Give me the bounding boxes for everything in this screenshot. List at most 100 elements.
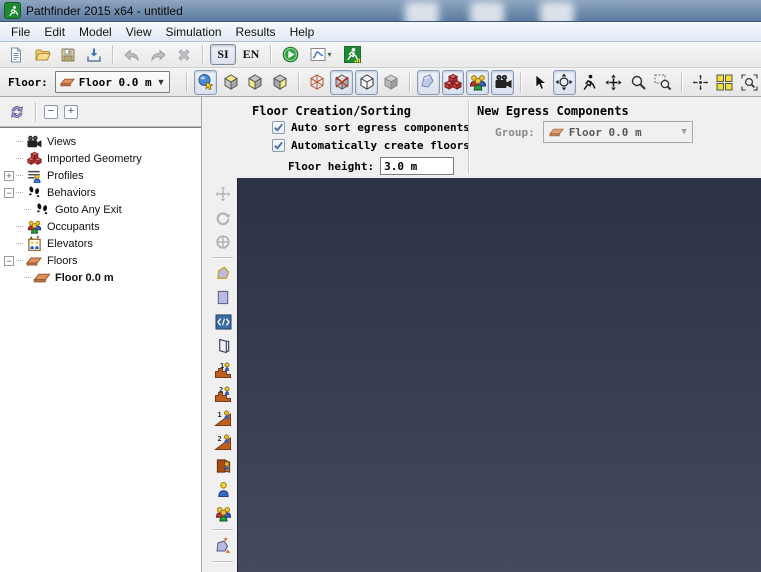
show-occupants-button[interactable]	[466, 69, 490, 95]
separator	[213, 529, 233, 530]
tree-item-profiles[interactable]: + Profiles	[0, 167, 201, 184]
stairs-one-point-button[interactable]: 1	[211, 358, 235, 381]
tree-expander-minus[interactable]: −	[4, 187, 14, 198]
tree-label: Behaviors	[47, 186, 96, 199]
tree-item-floor-0[interactable]: Floor 0.0 m	[0, 269, 201, 286]
pan-tool-button[interactable]	[602, 70, 625, 95]
zoom-box-tool-button[interactable]	[652, 70, 675, 95]
thin-wall-tool-button[interactable]	[211, 310, 235, 333]
door-tool-button[interactable]	[211, 334, 235, 357]
orbit-tool-button[interactable]	[552, 69, 576, 95]
si-units-button[interactable]: SI	[210, 44, 236, 65]
menu-view[interactable]: View	[119, 23, 159, 41]
navigate-ball-icon	[198, 74, 214, 91]
undo-button[interactable]	[120, 44, 144, 66]
collapse-all-button[interactable]: −	[44, 104, 58, 119]
wireframe-mode-button[interactable]	[306, 70, 329, 95]
tree-item-occupants[interactable]: Occupants	[0, 218, 201, 235]
undo-arrow-icon	[124, 48, 139, 61]
tree-label: Floors	[47, 254, 78, 267]
run-simulation-button[interactable]	[278, 44, 302, 66]
tree-item-behaviors[interactable]: − Behaviors	[0, 184, 201, 201]
new-document-button[interactable]	[4, 44, 28, 66]
menu-model[interactable]: Model	[72, 23, 119, 41]
tree-expander-plus[interactable]: +	[4, 170, 14, 181]
chart-icon	[310, 48, 326, 61]
group-dropdown[interactable]: Floor 0.0 m ▼	[542, 121, 693, 143]
hidden-line-mode-button[interactable]	[330, 69, 354, 95]
thin-wall-icon	[215, 313, 231, 330]
menu-file[interactable]: File	[4, 23, 37, 41]
ramp-two-point-button[interactable]: 2	[211, 430, 235, 453]
menu-edit[interactable]: Edit	[37, 23, 72, 41]
stairs-two-point-button[interactable]: 2	[211, 382, 235, 405]
floor-selector-dropdown[interactable]: Floor 0.0 m ▼	[54, 71, 171, 93]
rectangle-room-tool-button[interactable]	[211, 286, 235, 309]
select-navigate-button[interactable]	[194, 69, 218, 95]
floor-selector-value: Floor 0.0 m	[78, 75, 152, 89]
add-occupant-group-tool-button[interactable]	[211, 502, 235, 525]
redo-arrow-icon	[151, 48, 166, 61]
plot-results-button[interactable]: ▾	[304, 44, 338, 66]
solid-mode-button[interactable]	[380, 70, 403, 95]
tree-item-elevators[interactable]: Elevators	[0, 235, 201, 252]
tree-item-floors[interactable]: − Floors	[0, 252, 201, 269]
move-tool-button[interactable]	[211, 182, 235, 205]
auto-create-checkbox[interactable]	[272, 139, 285, 152]
stairs-two-icon: 2	[215, 386, 231, 402]
redo-button[interactable]	[146, 44, 170, 66]
menu-results[interactable]: Results	[229, 23, 283, 41]
tree-item-goto-any-exit[interactable]: Goto Any Exit	[0, 201, 201, 218]
orbit-object-tool-button[interactable]	[211, 230, 235, 253]
add-occupant-tool-button[interactable]	[211, 478, 235, 501]
show-imported-geometry-button[interactable]	[441, 69, 465, 95]
separator	[297, 72, 300, 92]
save-button[interactable]	[56, 44, 80, 66]
auto-sort-checkbox[interactable]	[272, 121, 285, 134]
exit-door-tool-button[interactable]	[211, 454, 235, 477]
tree-item-imported-geometry[interactable]: Imported Geometry	[0, 150, 201, 167]
show-transparent-button[interactable]	[416, 69, 440, 95]
elevator-icon	[25, 236, 43, 252]
separator	[35, 101, 37, 122]
runner-icon	[8, 5, 18, 16]
import-file-button[interactable]	[82, 44, 106, 66]
show-3d-results-button[interactable]	[340, 44, 364, 66]
select-tool-button[interactable]	[528, 70, 551, 95]
cube-top-mode-button[interactable]	[219, 70, 242, 95]
tree-expander-minus[interactable]: −	[4, 255, 14, 266]
import-icon	[87, 48, 101, 62]
outline-mode-button[interactable]	[355, 69, 378, 95]
title-bar[interactable]: Pathfinder 2015 x64 - untitled	[0, 0, 761, 22]
measure-tool-button[interactable]	[211, 566, 235, 572]
walk-tool-button[interactable]	[578, 70, 601, 95]
polygon-room-tool-button[interactable]	[211, 262, 235, 285]
menu-help[interactable]: Help	[283, 23, 322, 41]
sort-refresh-icon	[11, 105, 23, 118]
delete-button[interactable]	[172, 44, 196, 66]
separator	[468, 101, 469, 174]
zoom-tool-button[interactable]	[627, 70, 650, 95]
menu-simulation[interactable]: Simulation	[159, 23, 229, 41]
zoom-extents-icon	[741, 73, 758, 91]
expand-all-button[interactable]: +	[64, 104, 78, 119]
rotate-tool-button[interactable]	[211, 206, 235, 229]
cube-side-mode-button[interactable]	[269, 70, 292, 95]
zoom-extents-button[interactable]	[738, 70, 761, 95]
en-units-button[interactable]: EN	[238, 44, 264, 65]
zoom-point-button[interactable]	[689, 70, 712, 95]
rotate-icon	[216, 211, 230, 225]
edit-polygon-tool-button[interactable]	[211, 534, 235, 557]
show-cameras-button[interactable]	[491, 69, 514, 95]
walk-runner-icon	[583, 74, 596, 90]
tree-item-views[interactable]: Views	[0, 133, 201, 150]
door-icon	[218, 338, 229, 354]
3d-viewport[interactable]	[237, 178, 761, 572]
cube-front-mode-button[interactable]	[244, 70, 267, 95]
ramp-one-point-button[interactable]: 1	[211, 406, 235, 429]
tree-label: Views	[47, 135, 77, 148]
floor-height-input[interactable]	[380, 157, 455, 175]
sort-refresh-button[interactable]	[6, 101, 28, 123]
floor-view-button[interactable]	[714, 70, 737, 95]
open-model-button[interactable]	[30, 44, 54, 66]
